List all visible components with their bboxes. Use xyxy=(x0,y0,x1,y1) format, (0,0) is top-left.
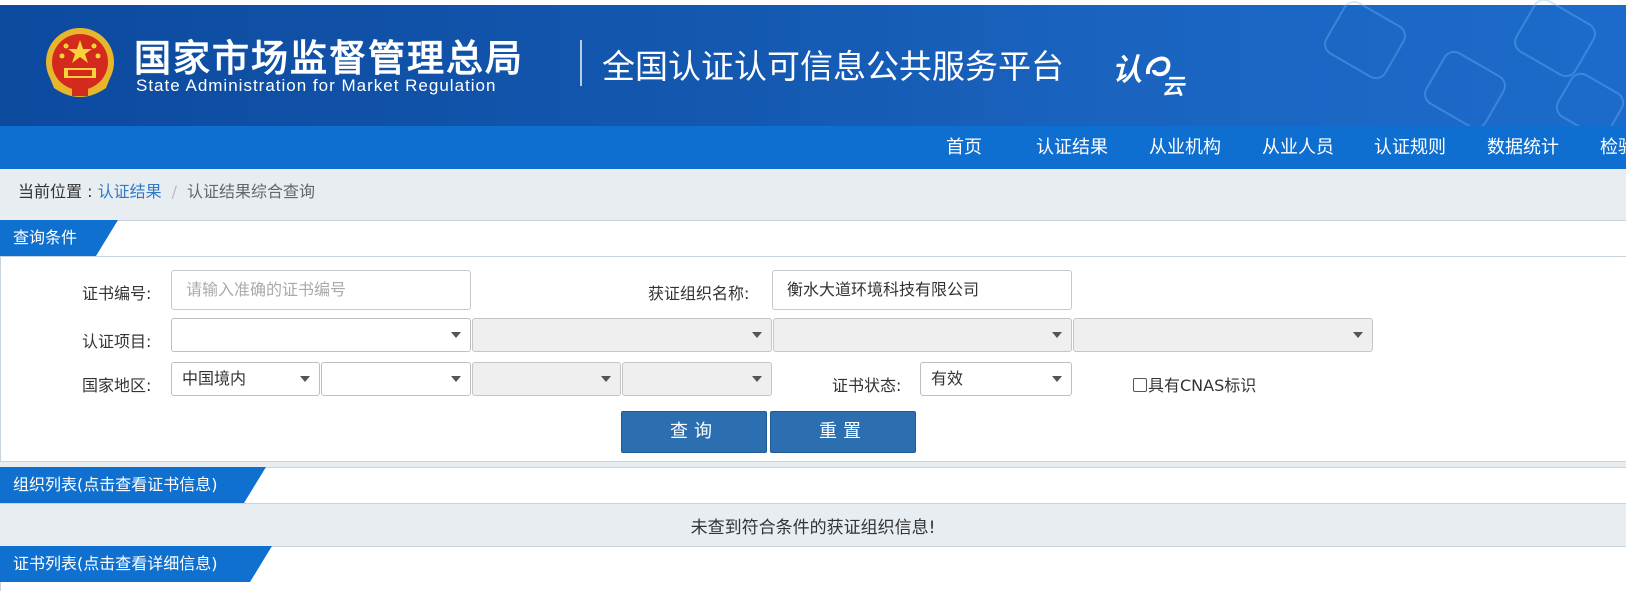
checkbox-icon[interactable] xyxy=(1133,378,1147,392)
nav-cert-results[interactable]: 认证结果 xyxy=(1036,126,1108,169)
decor-hexagon xyxy=(1319,0,1411,84)
svg-text:认: 认 xyxy=(1112,53,1142,88)
main-nav: 首页 认证结果 从业机构 从业人员 认证规则 数据统计 检验 xyxy=(0,126,1626,169)
chevron-down-icon xyxy=(300,376,310,382)
chevron-down-icon xyxy=(1052,332,1062,338)
cert-no-input[interactable]: 请输入准确的证书编号 xyxy=(171,270,471,310)
org-name-cn: 国家市场监督管理总局 xyxy=(134,37,524,80)
breadcrumb-prefix: 当前位置 : xyxy=(18,182,98,201)
cert-list-panel: 证书列表(点击查看详细信息) xyxy=(0,546,1626,591)
chevron-down-icon xyxy=(601,376,611,382)
query-panel-tab: 查询条件 xyxy=(0,220,118,256)
chevron-down-icon xyxy=(451,376,461,382)
nav-cert-rules[interactable]: 认证规则 xyxy=(1374,126,1446,169)
svg-text:云: 云 xyxy=(1162,75,1186,96)
region-select-city[interactable] xyxy=(472,362,621,396)
chevron-down-icon xyxy=(752,376,762,382)
status-label: 证书状态: xyxy=(832,376,902,395)
project-label: 认证项目: xyxy=(82,332,152,351)
chevron-down-icon xyxy=(1052,376,1062,382)
breadcrumb: 当前位置 : 认证结果 / 认证结果综合查询 xyxy=(18,178,315,202)
project-select-1[interactable] xyxy=(171,318,471,352)
search-button[interactable]: 查询 xyxy=(621,411,767,453)
renzheng-yun-logo-icon: 认 云 xyxy=(1112,53,1186,96)
status-select[interactable]: 有效 xyxy=(920,362,1072,396)
nav-statistics[interactable]: 数据统计 xyxy=(1487,126,1559,169)
chevron-down-icon xyxy=(752,332,762,338)
region-label: 国家地区: xyxy=(82,376,152,395)
chevron-down-icon xyxy=(451,332,461,338)
breadcrumb-link-cert-results[interactable]: 认证结果 xyxy=(98,182,162,201)
query-panel-divider xyxy=(0,256,1626,257)
org-name-en: State Administration for Market Regulati… xyxy=(136,76,497,95)
nav-institutions[interactable]: 从业机构 xyxy=(1149,126,1221,169)
cnas-checkbox-label: 具有CNAS标识 xyxy=(1148,376,1257,395)
project-select-3[interactable] xyxy=(773,318,1072,352)
project-select-2[interactable] xyxy=(472,318,772,352)
reset-button[interactable]: 重置 xyxy=(770,411,916,453)
org-list-panel: 组织列表(点击查看证书信息) xyxy=(0,467,1626,504)
project-select-4[interactable] xyxy=(1073,318,1373,352)
platform-title: 全国认证认可信息公共服务平台 xyxy=(602,47,1064,86)
decor-hexagon xyxy=(1419,46,1511,126)
nav-inspection[interactable]: 检验 xyxy=(1600,126,1626,169)
org-list-empty-message: 未查到符合条件的获证组织信息! xyxy=(690,518,936,538)
org-list-tab: 组织列表(点击查看证书信息) xyxy=(0,467,266,503)
org-name-input[interactable]: 衡水大道环境科技有限公司 xyxy=(772,270,1072,310)
breadcrumb-separator: / xyxy=(171,182,177,201)
decor-hexagon xyxy=(1509,0,1601,82)
region-select-district[interactable] xyxy=(622,362,772,396)
region-select-province[interactable] xyxy=(321,362,471,396)
region-select-country[interactable]: 中国境内 xyxy=(171,362,320,396)
nav-personnel[interactable]: 从业人员 xyxy=(1262,126,1334,169)
cert-no-label: 证书编号: xyxy=(82,284,152,303)
breadcrumb-current: 认证结果综合查询 xyxy=(186,182,315,201)
header-divider xyxy=(580,40,582,86)
org-name-label: 获证组织名称: xyxy=(648,284,750,303)
national-emblem-icon xyxy=(46,28,114,97)
header-top-line xyxy=(0,0,1626,5)
cnas-checkbox[interactable]: 具有CNAS标识 xyxy=(1133,372,1256,396)
site-header: 国家市场监督管理总局 State Administration for Mark… xyxy=(0,0,1626,126)
cert-list-tab: 证书列表(点击查看详细信息) xyxy=(0,546,272,582)
chevron-down-icon xyxy=(1353,332,1363,338)
nav-home[interactable]: 首页 xyxy=(946,126,982,169)
